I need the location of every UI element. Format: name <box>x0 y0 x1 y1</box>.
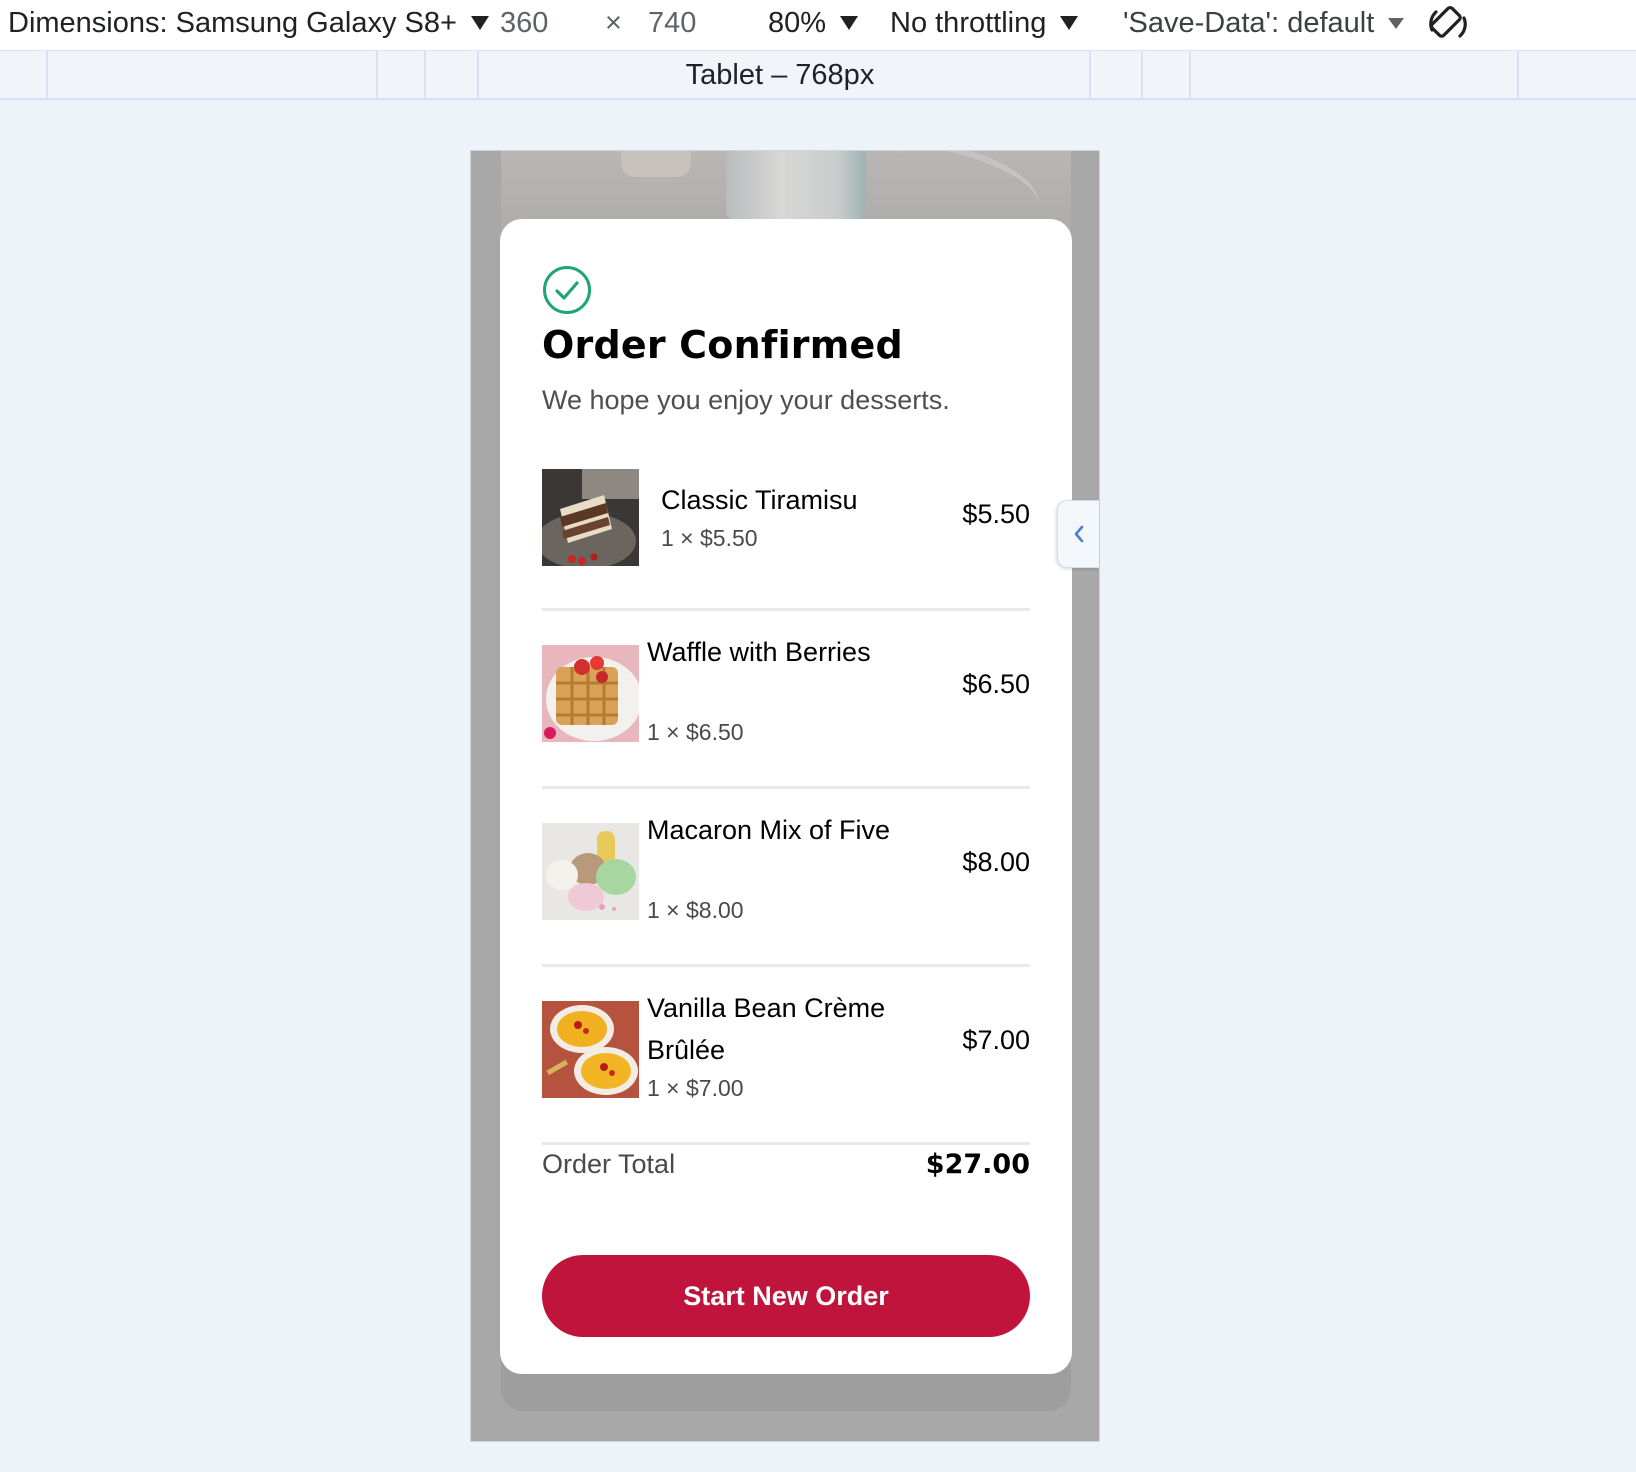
background-glass <box>726 151 866 221</box>
background-photo-detail <box>621 151 691 177</box>
check-circle-icon <box>543 266 591 314</box>
item-quantity: 1 × $5.50 <box>661 525 758 551</box>
zoom-select-label: 80% <box>768 6 827 39</box>
item-quantity: 1 × $6.50 <box>647 719 744 745</box>
times-symbol: × <box>605 6 622 39</box>
item-quantity: 1 × $7.00 <box>647 1075 744 1101</box>
waffle-thumbnail <box>542 645 639 742</box>
modal-subtitle: We hope you enjoy your desserts. <box>542 385 950 415</box>
rotate-icon[interactable] <box>1426 2 1470 46</box>
order-total-value: $27.00 <box>925 1149 1030 1180</box>
order-confirmed-modal: Order Confirmed We hope you enjoy your d… <box>500 219 1072 1374</box>
order-item: Classic Tiramisu 1 × $5.50 $5.50 <box>542 469 1030 611</box>
width-input[interactable]: 360 <box>500 0 548 46</box>
order-item: Vanilla Bean Crème Brûlée 1 × $7.00 $7.0… <box>542 967 1030 1145</box>
item-quantity: 1 × $8.00 <box>647 897 744 923</box>
item-name: Classic Tiramisu <box>661 485 858 515</box>
zoom-select[interactable]: 80% <box>768 0 859 46</box>
order-total-row: Order Total $27.00 <box>542 1149 1030 1189</box>
height-input[interactable]: 740 <box>648 0 696 46</box>
save-data-select[interactable]: 'Save-Data': default <box>1123 0 1405 46</box>
throttling-select-label: No throttling <box>890 6 1047 39</box>
chevron-down-icon <box>1060 16 1079 30</box>
order-item: Macaron Mix of Five 1 × $8.00 $8.00 <box>542 789 1030 967</box>
device-select[interactable]: Dimensions: Samsung Galaxy S8+ <box>8 0 489 46</box>
save-data-select-label: 'Save-Data': default <box>1123 6 1375 39</box>
media-query-segment[interactable] <box>46 51 48 99</box>
media-query-segment[interactable] <box>1141 51 1143 99</box>
order-items-list: Classic Tiramisu 1 × $5.50 $5.50 Waffle … <box>542 469 1030 1145</box>
item-name: Vanilla Bean Crème Brûlée <box>647 993 886 1065</box>
item-price: $5.50 <box>962 499 1030 529</box>
item-price: $6.50 <box>962 669 1030 699</box>
chevron-down-icon <box>1388 17 1405 29</box>
chevron-down-icon <box>470 16 489 30</box>
item-price: $8.00 <box>962 847 1030 877</box>
creme-brulee-thumbnail <box>542 1001 639 1098</box>
media-query-segment[interactable] <box>1189 51 1191 99</box>
device-viewport: Order Confirmed We hope you enjoy your d… <box>470 150 1100 1442</box>
devtools-device-toolbar: Dimensions: Samsung Galaxy S8+ 360 × 740… <box>0 0 1636 50</box>
macaron-thumbnail <box>542 823 639 920</box>
item-price: $7.00 <box>962 1025 1030 1055</box>
tiramisu-thumbnail <box>542 469 639 566</box>
media-query-segment[interactable] <box>376 51 378 99</box>
item-name: Waffle with Berries <box>647 637 871 667</box>
order-item: Waffle with Berries 1 × $6.50 $6.50 <box>542 611 1030 789</box>
media-query-segment[interactable] <box>424 51 426 99</box>
start-new-order-button[interactable]: Start New Order <box>542 1255 1030 1337</box>
device-select-label: Dimensions: Samsung Galaxy S8+ <box>8 6 457 39</box>
media-query-bar: Tablet – 768px <box>0 50 1636 100</box>
modal-title: Order Confirmed <box>542 323 903 367</box>
collapse-panel-handle[interactable] <box>1057 500 1099 568</box>
throttling-select[interactable]: No throttling <box>890 0 1079 46</box>
media-query-segment[interactable] <box>1517 51 1519 99</box>
media-query-label[interactable]: Tablet – 768px <box>470 51 1090 99</box>
chevron-left-icon <box>1074 525 1083 543</box>
item-name: Macaron Mix of Five <box>647 815 891 845</box>
order-total-label: Order Total <box>542 1149 676 1179</box>
chevron-down-icon <box>840 16 859 30</box>
